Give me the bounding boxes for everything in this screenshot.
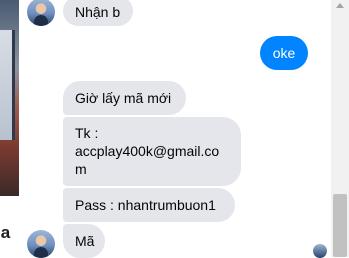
seen-receipt-avatar	[313, 244, 327, 258]
message-text: Giờ lấy mã mới	[75, 90, 172, 106]
scroll-up-arrow-icon[interactable]	[336, 3, 344, 8]
side-photo-caption: ia	[0, 223, 11, 242]
message-text: Nhận b	[75, 4, 121, 20]
incoming-message[interactable]: Pass : nhantrumbuon1	[63, 188, 235, 222]
message-text-line: accplay400k@gmail.co	[75, 143, 220, 159]
sender-avatar[interactable]	[27, 0, 55, 26]
message-text-line: m	[75, 161, 87, 177]
incoming-message[interactable]: Nhận b	[63, 0, 133, 26]
message-text: oke	[272, 45, 296, 61]
scrollbar-thumb[interactable]	[333, 194, 347, 257]
side-photo-person	[0, 30, 15, 140]
incoming-message[interactable]: Mã	[63, 224, 105, 258]
message-text: Pass : nhantrumbuon1	[75, 197, 216, 213]
sender-avatar[interactable]	[27, 230, 55, 258]
outgoing-message[interactable]: oke	[260, 36, 308, 70]
side-photo-image	[0, 0, 19, 196]
incoming-message[interactable]: Giờ lấy mã mới	[63, 81, 186, 115]
message-text-line: Tk :	[75, 125, 99, 141]
incoming-message[interactable]: Tk : accplay400k@gmail.co m	[63, 117, 241, 186]
side-photo-panel: ia	[0, 0, 19, 257]
message-text: Mã	[75, 233, 95, 249]
